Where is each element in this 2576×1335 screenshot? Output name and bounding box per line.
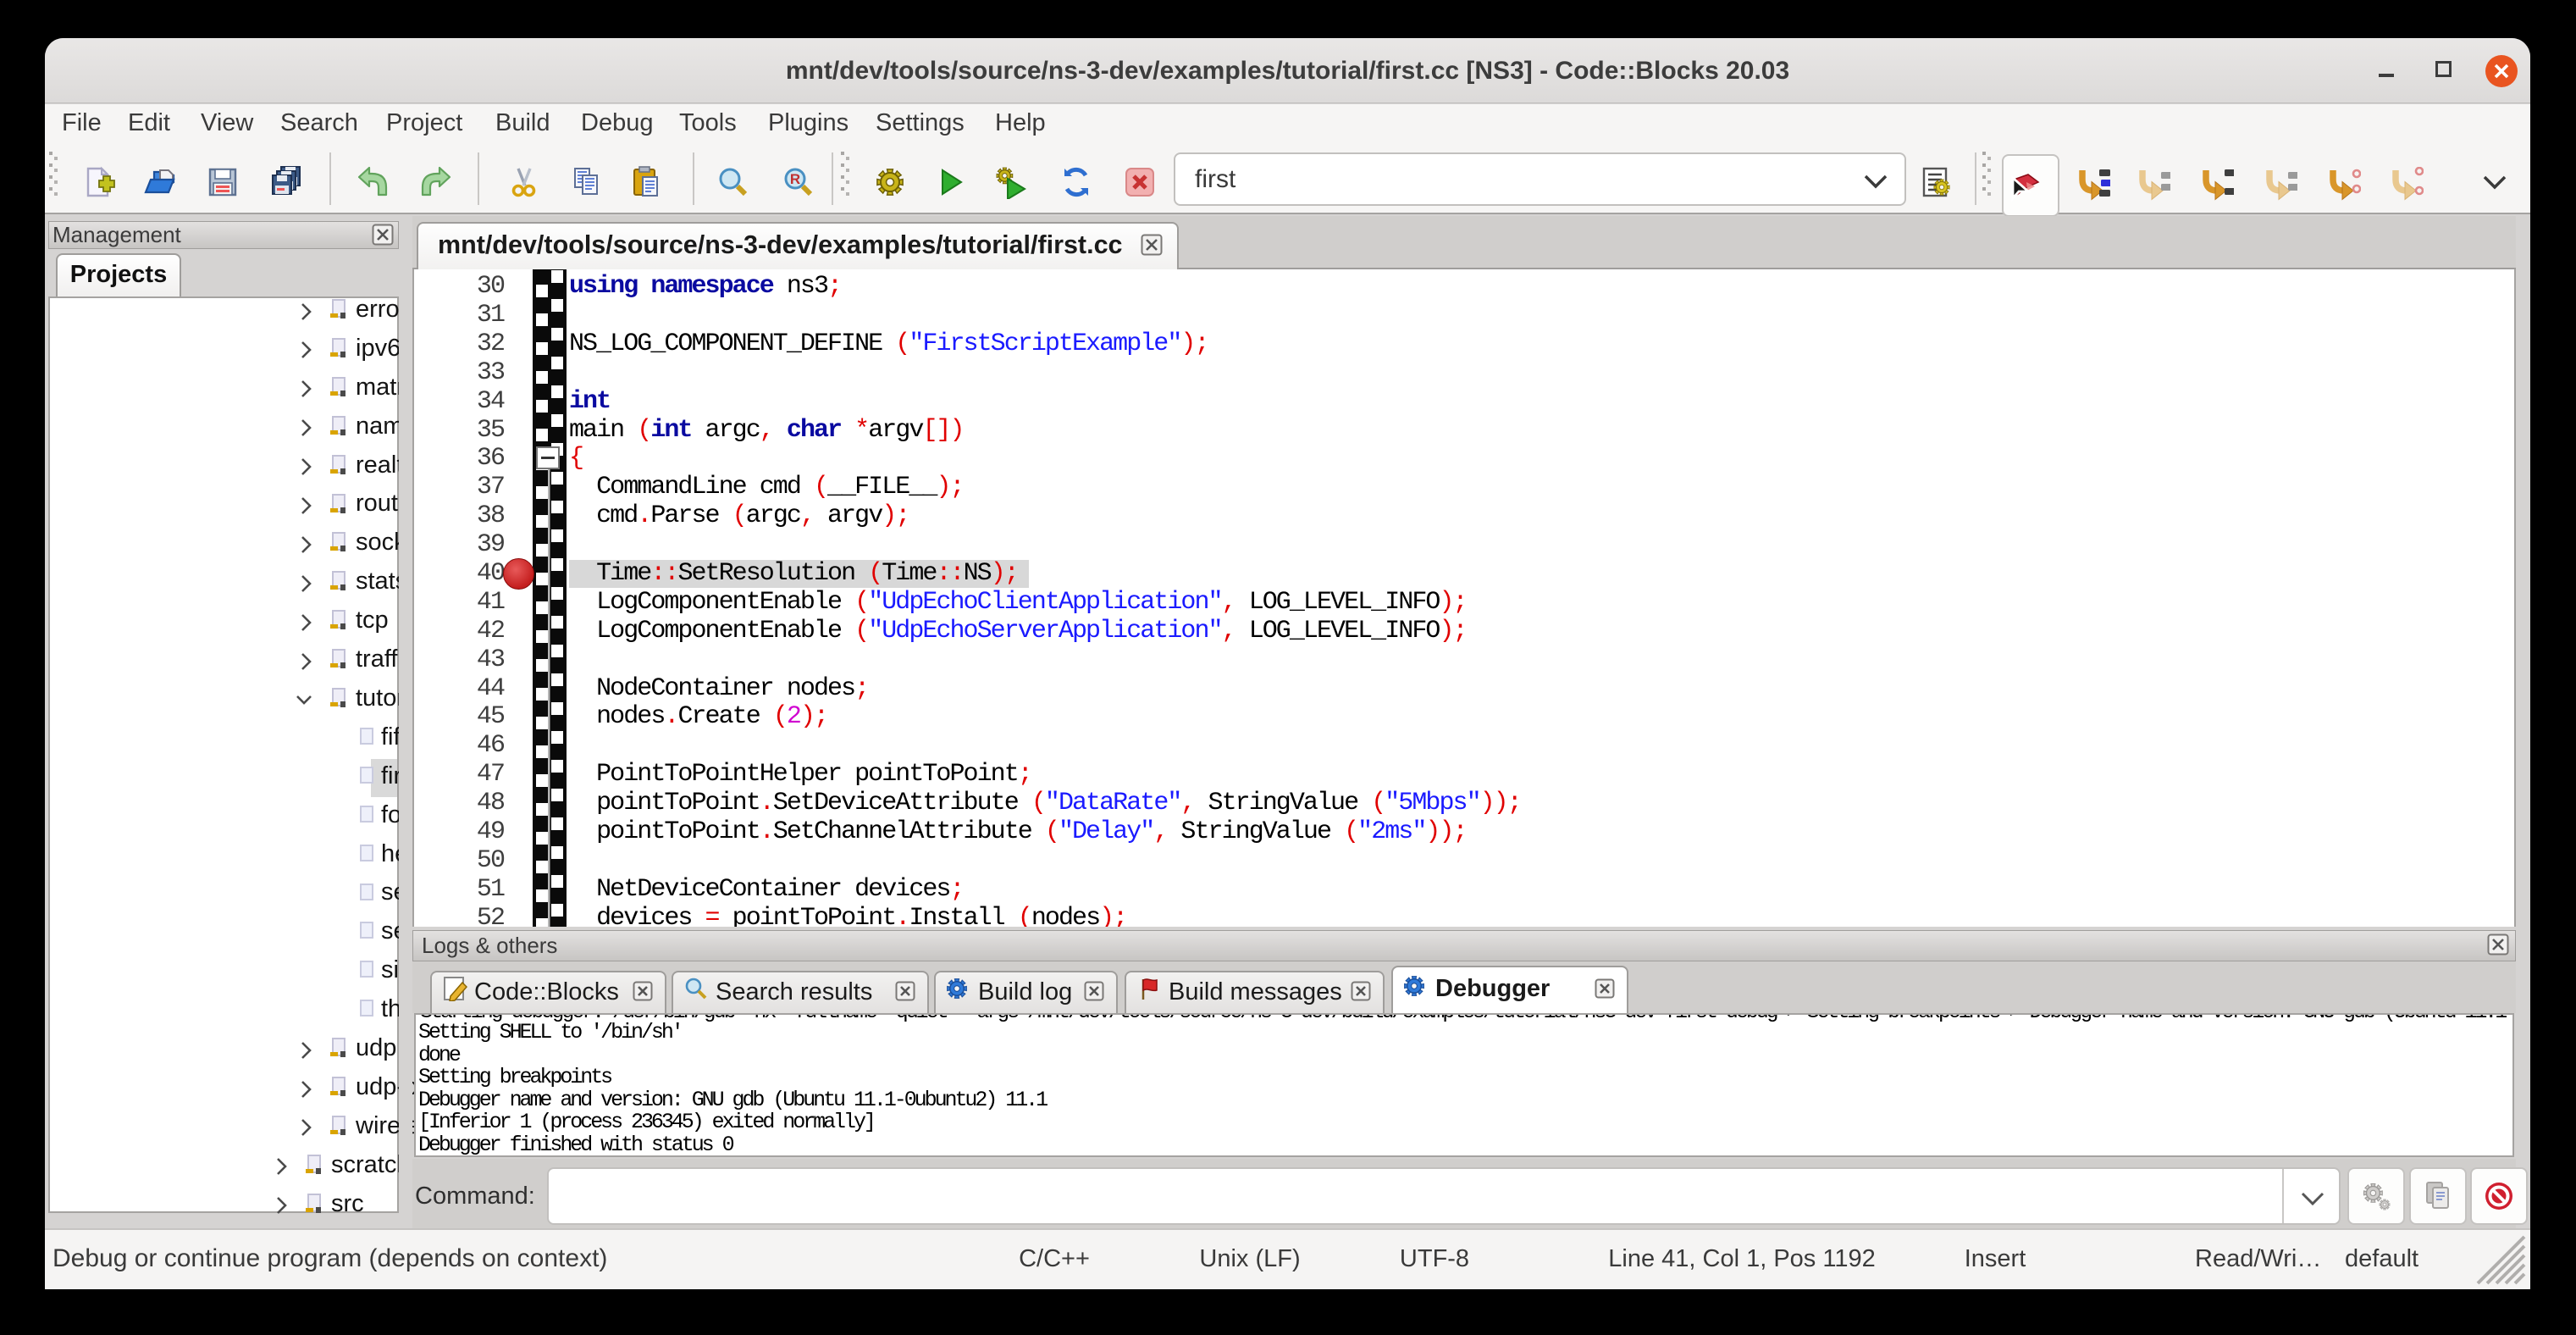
svg-text:R: R [790,171,800,187]
